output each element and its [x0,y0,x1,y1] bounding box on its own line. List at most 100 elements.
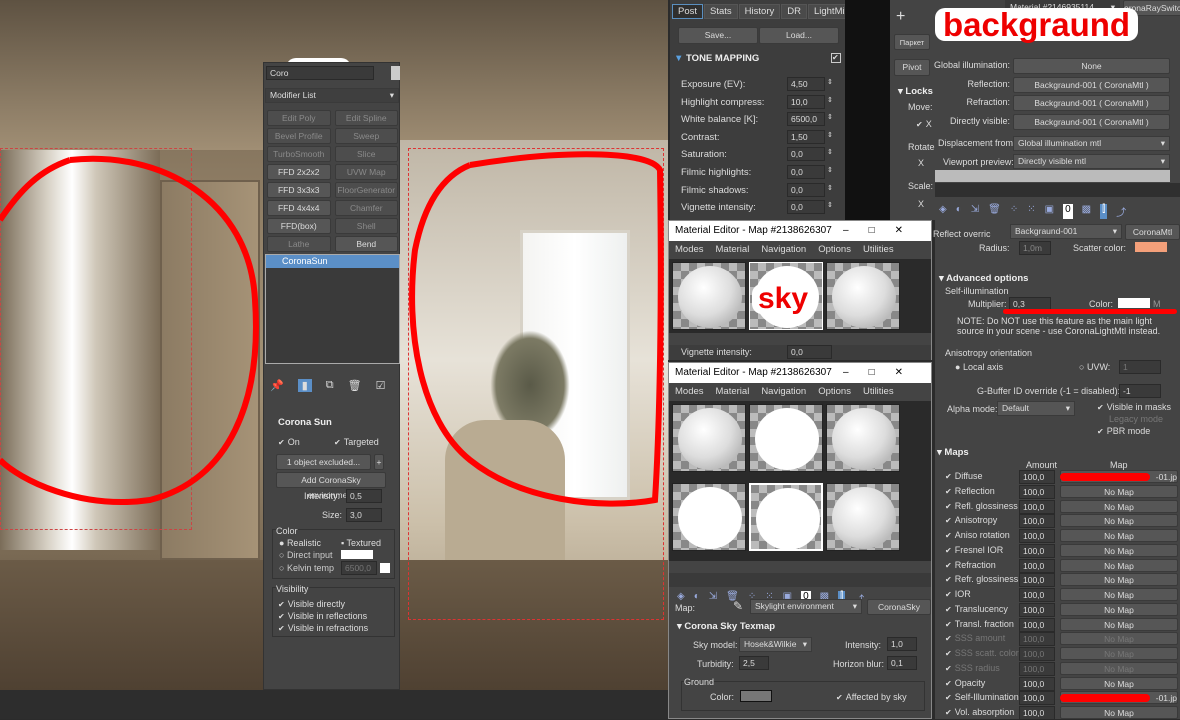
menu-material[interactable]: Material [716,244,750,255]
save-library-icon[interactable]: ▣ [1045,204,1054,219]
map-type-button[interactable]: CoronaSky [867,599,931,615]
advanced-options-rollout[interactable]: ▾ Advanced options [939,273,1028,284]
tone-param-spinner[interactable]: 10,0 [787,94,825,109]
map-amount-spinner[interactable]: 100,0 [1019,558,1055,573]
map-amount-spinner[interactable]: 100,0 [1019,529,1055,543]
sample-slot[interactable] [826,262,900,330]
window-controls[interactable]: –□✕ [843,221,923,241]
map-name-field[interactable]: Skylight environment [750,599,862,614]
textured-checkbox[interactable]: ▪ Textured [341,538,381,548]
pin-stack-icon[interactable]: 📌 [270,379,284,392]
map-slot-button[interactable]: No Map [1060,632,1178,646]
map-slot-button[interactable]: No Map [1060,529,1178,542]
direct-input-radio[interactable]: ○ Direct input [279,550,332,560]
menu-options[interactable]: Options [818,386,851,397]
modifier-button[interactable]: TurboSmooth [267,146,331,162]
map-amount-spinner[interactable]: 100,0 [1019,661,1055,676]
modifier-button[interactable]: FFD 2x2x2 [267,164,331,180]
reflect-type-button[interactable]: CoronaMtl [1125,224,1180,240]
map-slot-button[interactable]: No Map [1060,543,1178,557]
tone-param-spinner[interactable]: 0,0 [787,147,825,162]
tone-param-spinner[interactable]: 0,0 [787,165,825,179]
sample-slot[interactable] [672,482,746,551]
material-slot-button[interactable]: None [1013,58,1170,74]
make-unique-icon[interactable]: ⧉ [326,379,334,392]
tab-stats[interactable]: Stats [704,4,738,19]
add-exclude-button[interactable]: + [374,454,384,470]
sample-slot[interactable] [826,404,900,472]
slots-scrollbar[interactable] [669,573,931,587]
turbidity-spinner[interactable]: 2,5 [739,656,769,670]
tone-param-spinner[interactable]: 1,50 [787,129,825,144]
assign-icon[interactable]: ⇲ [709,591,717,606]
self-illum-color-swatch[interactable] [1118,298,1150,308]
realistic-radio[interactable]: ● Realistic [279,538,321,548]
slot-scrollbar[interactable] [935,183,1180,197]
modifier-button[interactable]: UVW Map [334,164,398,180]
tab-post[interactable]: Post [672,4,704,19]
assign-icon[interactable]: ⇲ [971,204,979,219]
direct-color-swatch[interactable] [341,550,373,559]
visible-directly-checkbox[interactable]: Visible directly [278,599,345,609]
show-end-result-icon[interactable]: ⫿ [1100,204,1108,219]
material-id-icon[interactable]: 0 [1063,204,1073,219]
map-amount-spinner[interactable]: 100,0 [1019,691,1055,706]
map-amount-spinner[interactable]: 100,0 [1019,470,1055,484]
modifier-button[interactable]: Chamfer [334,200,398,216]
scatter-color-swatch[interactable] [1135,242,1167,252]
map-enable-checkbox[interactable]: Refl. glossiness [945,501,1018,511]
map-slot-button[interactable]: No Map [1060,676,1178,690]
uvw-spinner[interactable]: 1 [1119,360,1161,374]
stack-item-coronasun[interactable]: CoronaSun [266,255,399,268]
modifier-button[interactable]: FloorGenerator [334,182,398,198]
menu-utilities[interactable]: Utilities [863,244,894,255]
tab-dr[interactable]: DR [781,4,807,19]
modifier-button[interactable]: FFD(box) [267,218,331,234]
get-material-icon[interactable]: ◈ [939,204,947,219]
legacy-mode-checkbox[interactable]: Legacy mode [1109,414,1163,424]
sample-slot[interactable] [826,482,900,551]
spinner-arrows-icon[interactable]: ⇕ [827,131,833,139]
viewport-preview-dropdown[interactable]: Directly visible mtl [1013,154,1170,169]
map-slot-button[interactable]: No Map [1060,573,1178,587]
menu-navigation[interactable]: Navigation [761,386,806,397]
kelvin-color-swatch[interactable] [380,563,390,573]
map-amount-spinner[interactable]: 100,0 [1019,676,1055,691]
object-name-field[interactable]: Coro [266,66,374,80]
locks-rollout[interactable]: ▾ Locks [898,86,933,97]
maps-rollout[interactable]: ▾ Maps [937,447,969,458]
map-amount-spinner[interactable]: 100,0 [1019,602,1055,617]
menu-modes[interactable]: Modes [675,386,704,397]
map-enable-checkbox[interactable]: Diffuse [945,471,983,481]
eyedropper-icon[interactable]: ✎ [733,599,743,613]
pbr-mode-checkbox[interactable]: PBR mode [1097,426,1151,436]
map-enable-checkbox[interactable]: IOR [945,589,971,599]
menu-navigation[interactable]: Navigation [761,244,806,255]
map-amount-spinner[interactable]: 100,0 [1019,484,1055,499]
affected-by-sky-checkbox[interactable]: Affected by sky [836,692,907,702]
map-enable-checkbox[interactable]: Refr. glossiness [945,574,1019,584]
load-button[interactable]: Load... [759,27,839,44]
on-checkbox[interactable]: On [278,437,300,447]
corona-sun-rollout-title[interactable]: Corona Sun [278,417,332,428]
spinner-arrows-icon[interactable]: ⇕ [827,96,833,104]
map-enable-checkbox[interactable]: Aniso rotation [945,530,1010,540]
local-axis-radio[interactable]: ● Local axis [955,362,1003,372]
modifier-button[interactable]: Sweep [334,128,398,144]
modifier-button[interactable]: FFD 3x3x3 [267,182,331,198]
modifier-button[interactable]: Shell [334,218,398,234]
tab-history[interactable]: History [738,4,781,19]
modifier-button[interactable]: FFD 4x4x4 [267,200,331,216]
sample-slot[interactable] [749,404,823,472]
menu-options[interactable]: Options [818,244,851,255]
save-button[interactable]: Save... [678,27,758,44]
spinner-arrows-icon[interactable]: ⇕ [827,201,833,209]
spinner-arrows-icon[interactable]: ⇕ [827,148,833,156]
map-enable-checkbox[interactable]: SSS amount [945,633,1006,643]
spinner-arrows-icon[interactable]: ⇕ [827,78,833,86]
map-enable-checkbox[interactable]: Opacity [945,678,986,688]
ground-color-swatch[interactable] [740,690,772,702]
scale-x-checkbox[interactable]: X [918,199,924,209]
map-enable-checkbox[interactable]: Transl. fraction [945,619,1014,629]
map-enable-checkbox[interactable]: Reflection [945,486,995,496]
